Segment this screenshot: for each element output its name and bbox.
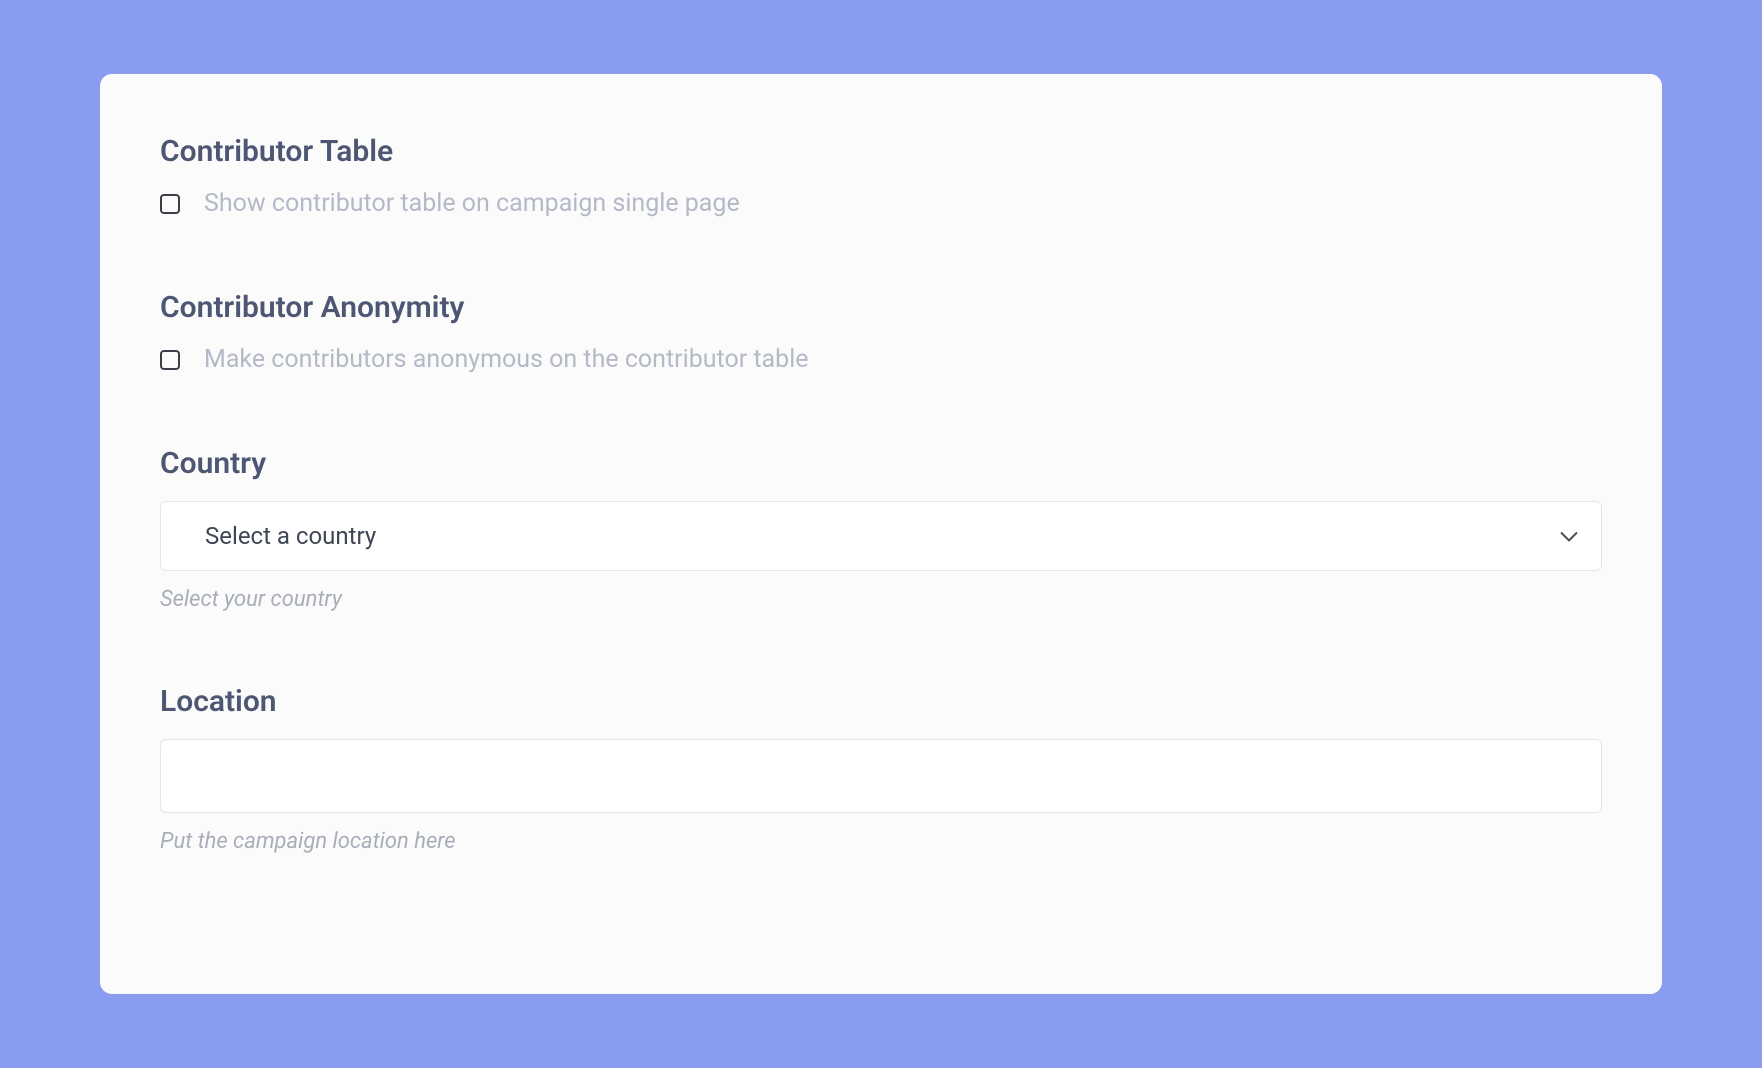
contributor-anonymity-section: Contributor Anonymity Make contributors … [160, 290, 1602, 374]
contributor-table-checkbox[interactable] [160, 194, 180, 214]
contributor-anonymity-title: Contributor Anonymity [160, 290, 1602, 325]
contributor-anonymity-checkbox-row: Make contributors anonymous on the contr… [160, 345, 1602, 374]
country-section: Country Select a country Select your cou… [160, 446, 1602, 612]
contributor-anonymity-checkbox-label: Make contributors anonymous on the contr… [204, 345, 809, 374]
country-select[interactable]: Select a country [160, 501, 1602, 571]
contributor-table-checkbox-label: Show contributor table on campaign singl… [204, 189, 740, 218]
location-input[interactable] [160, 739, 1602, 813]
country-helper-text: Select your country [160, 587, 1602, 612]
settings-card: Contributor Table Show contributor table… [100, 74, 1662, 994]
country-select-wrapper: Select a country [160, 501, 1602, 571]
contributor-table-section: Contributor Table Show contributor table… [160, 134, 1602, 218]
contributor-anonymity-checkbox[interactable] [160, 350, 180, 370]
location-section: Location Put the campaign location here [160, 684, 1602, 854]
contributor-table-checkbox-row: Show contributor table on campaign singl… [160, 189, 1602, 218]
location-helper-text: Put the campaign location here [160, 829, 1602, 854]
location-title: Location [160, 684, 1602, 719]
country-title: Country [160, 446, 1602, 481]
contributor-table-title: Contributor Table [160, 134, 1602, 169]
